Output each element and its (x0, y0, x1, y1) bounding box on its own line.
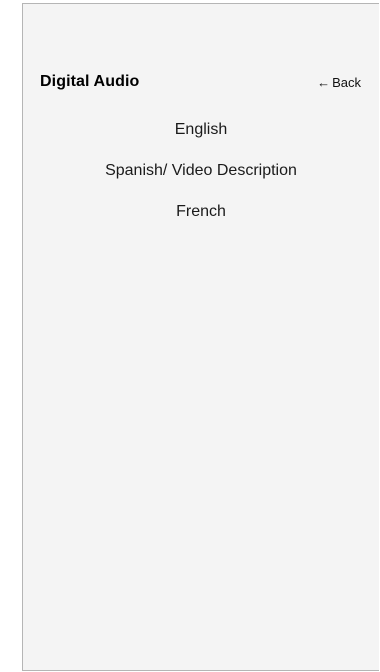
page-title: Digital Audio (40, 73, 140, 90)
panel-header: Digital Audio ← Back (40, 72, 361, 92)
back-label: Back (332, 74, 361, 90)
audio-option-english[interactable]: English (23, 121, 379, 162)
audio-option-french[interactable]: French (23, 203, 379, 244)
settings-panel: Digital Audio ← Back English Spanish/ Vi… (22, 3, 379, 671)
back-button[interactable]: ← Back (317, 76, 361, 89)
back-arrow-icon: ← (317, 74, 331, 90)
audio-option-spanish-video-description[interactable]: Spanish/ Video Description (23, 162, 379, 203)
audio-language-list: English Spanish/ Video Description Frenc… (23, 121, 379, 244)
